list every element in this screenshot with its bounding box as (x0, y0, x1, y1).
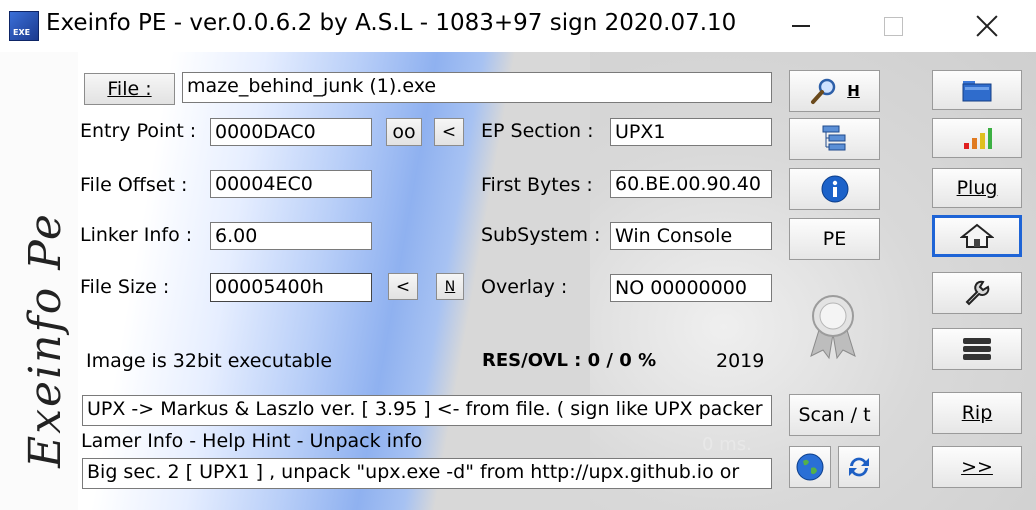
title-bar[interactable]: EXE Exeinfo PE - ver.0.0.6.2 by A.S.L - … (0, 0, 1036, 52)
wrench-icon (961, 278, 993, 308)
subsystem-field[interactable]: Win Console (610, 222, 772, 250)
file-offset-field[interactable]: 00004EC0 (210, 170, 372, 198)
linker-info-field[interactable]: 6.00 (210, 222, 372, 250)
rip-button-label: Rip (961, 402, 993, 424)
plug-button-label: Plug (956, 177, 998, 199)
award-ribbon-icon (805, 290, 861, 360)
file-size-field[interactable]: 00005400h (210, 273, 372, 302)
file-size-label: File Size : (80, 276, 170, 298)
size-n-label: N (444, 278, 456, 295)
scan-button[interactable]: Scan / t (789, 394, 880, 436)
overlay-label: Overlay : (481, 276, 568, 298)
minimize-button[interactable] (756, 0, 846, 52)
maximize-button (848, 0, 938, 52)
menu-button[interactable] (932, 328, 1022, 370)
main-panel: Exeinfo Pe File : maze_behind_junk (1).e… (0, 52, 1036, 510)
scan-button-label: Scan / t (798, 404, 871, 426)
info-icon (820, 174, 850, 204)
file-open-button[interactable]: File : (84, 73, 175, 105)
size-back-button[interactable]: < (388, 273, 418, 300)
first-bytes-field[interactable]: 60.BE.00.90.40 (610, 170, 772, 198)
ep-section-label: EP Section : (481, 120, 594, 142)
ep-back-label: < (441, 122, 457, 142)
pe-button-label: PE (822, 228, 847, 250)
section-list-button[interactable] (789, 118, 880, 160)
oo-button[interactable]: oo (386, 118, 422, 146)
oo-button-label: oo (392, 121, 416, 143)
res-ovl-text: RES/OVL : 0 / 0 % (482, 350, 657, 371)
refresh-button[interactable] (838, 446, 880, 488)
detection-result-field[interactable]: UPX -> Markus & Laszlo ver. [ 3.95 ] <- … (82, 395, 772, 426)
scan-time-text: 0 ms. (702, 434, 752, 455)
tools-button[interactable] (932, 272, 1022, 314)
ep-section-field[interactable]: UPX1 (610, 118, 772, 146)
lamer-info-label: Lamer Info - Help Hint - Unpack info (81, 430, 423, 452)
vertical-brand-text: Exeinfo Pe (20, 212, 71, 468)
search-h-label: H (847, 82, 860, 100)
globe-icon (795, 452, 825, 482)
entry-point-field[interactable]: 0000DAC0 (210, 118, 372, 146)
subsystem-label: SubSystem : (481, 224, 601, 246)
pe-button[interactable]: PE (789, 218, 880, 260)
home-button[interactable] (932, 215, 1022, 257)
stats-button[interactable] (932, 118, 1022, 158)
first-bytes-label: First Bytes : (481, 174, 593, 196)
section-list-icon (819, 123, 851, 155)
image-info-text: Image is 32bit executable (86, 350, 333, 372)
web-button[interactable] (789, 446, 831, 488)
next-button-label: >> (961, 456, 993, 478)
ep-back-button[interactable]: < (434, 118, 464, 146)
refresh-icon (844, 452, 874, 482)
file-offset-label: File Offset : (80, 174, 188, 196)
info-button[interactable] (789, 168, 880, 210)
folder-icon (961, 77, 993, 103)
hint-field[interactable]: Big sec. 2 [ UPX1 ] , unpack "upx.exe -d… (82, 458, 772, 489)
menu-lines-icon (961, 336, 993, 362)
rip-button[interactable]: Rip (932, 392, 1022, 434)
size-n-button[interactable]: N (436, 273, 464, 300)
open-folder-button[interactable] (932, 70, 1022, 110)
overlay-field[interactable]: NO 00000000 (610, 274, 772, 302)
file-button-label: File : (107, 78, 152, 100)
maximize-icon (883, 16, 903, 36)
year-text: 2019 (716, 350, 765, 372)
linker-info-label: Linker Info : (80, 224, 193, 246)
file-path-field[interactable]: maze_behind_junk (1).exe (182, 72, 772, 103)
window-title: Exeinfo PE - ver.0.0.6.2 by A.S.L - 1083… (46, 10, 737, 36)
entry-point-label: Entry Point : (80, 120, 197, 142)
size-back-label: < (395, 276, 411, 297)
next-button[interactable]: >> (932, 446, 1022, 488)
magnifier-icon (809, 76, 839, 106)
minimize-icon (792, 25, 810, 27)
search-h-button[interactable]: H (789, 70, 880, 112)
close-button[interactable] (942, 0, 1032, 52)
close-icon (976, 15, 998, 37)
app-icon: EXE (9, 11, 39, 41)
signal-bars-icon (961, 125, 993, 151)
plug-button[interactable]: Plug (932, 168, 1022, 208)
home-icon (960, 223, 994, 249)
